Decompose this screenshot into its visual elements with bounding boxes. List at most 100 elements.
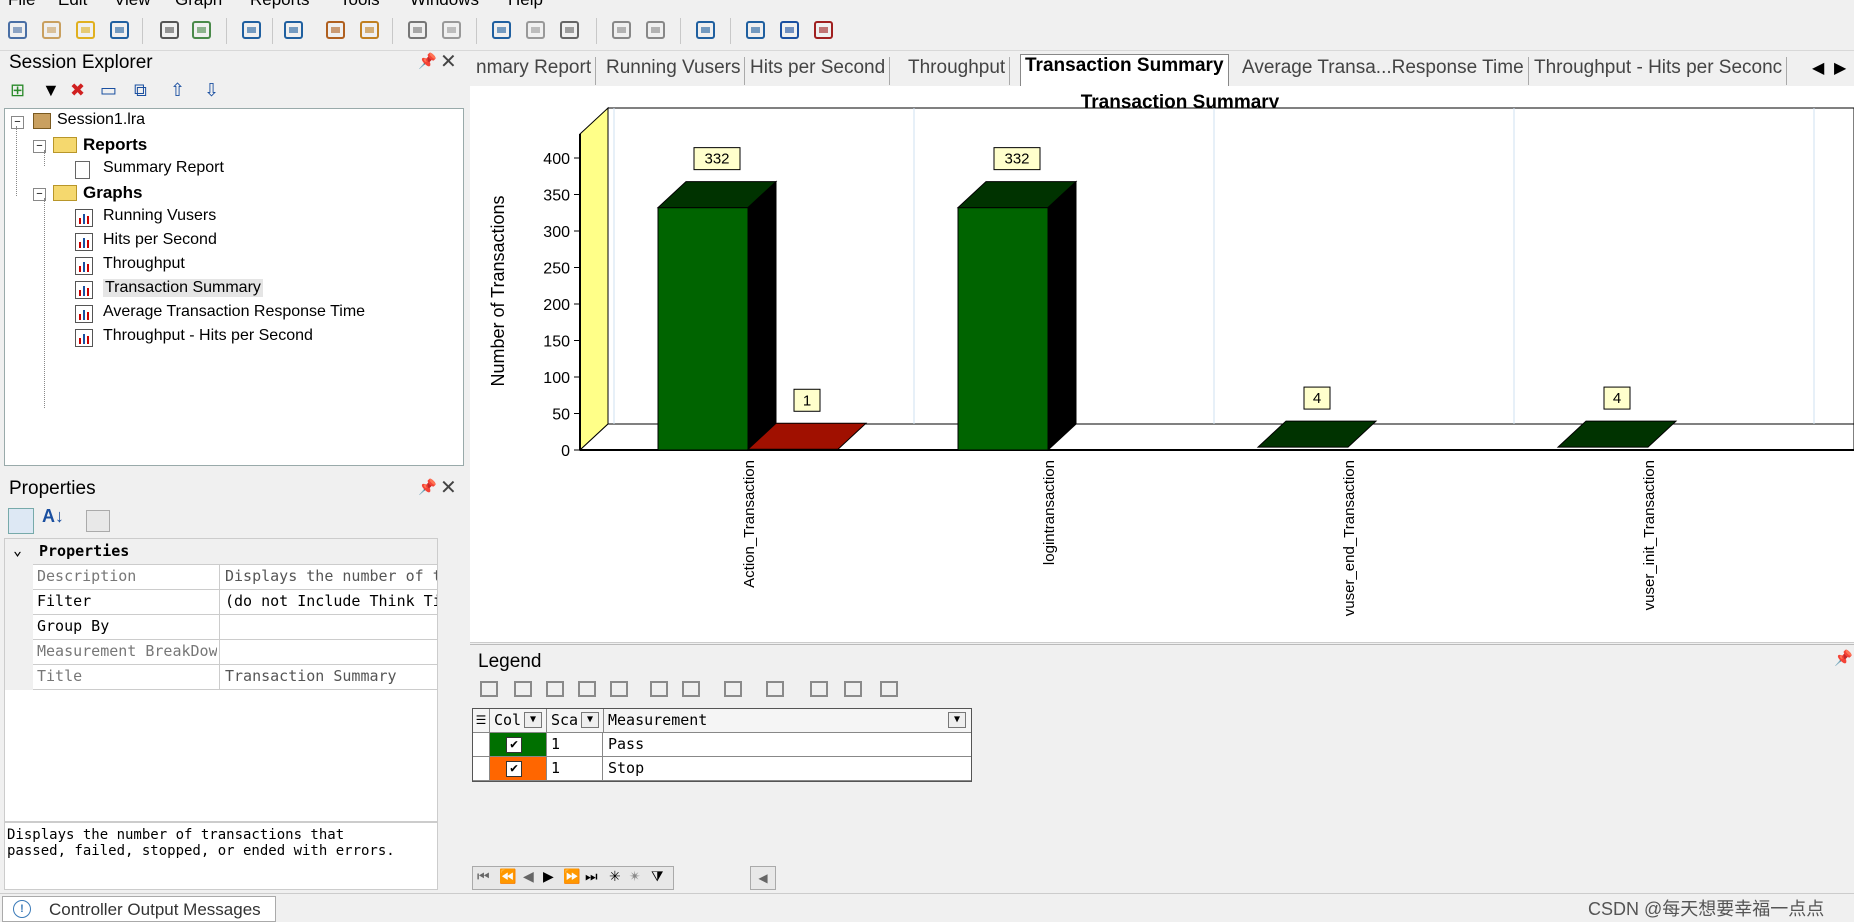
merge-graphs-icon[interactable] — [610, 18, 634, 42]
column-divider[interactable] — [219, 564, 220, 589]
save-icon[interactable] — [108, 18, 132, 42]
pin-icon[interactable]: 📌 — [418, 478, 437, 496]
schedule-report-icon[interactable] — [358, 18, 382, 42]
next-page-icon[interactable]: ⏩ — [563, 868, 580, 885]
clear-filter-icon[interactable] — [524, 18, 548, 42]
print-icon[interactable] — [158, 18, 182, 42]
chevron-down-icon[interactable]: ⌄ — [13, 541, 22, 559]
prev-record-icon[interactable]: ◀ — [523, 868, 534, 885]
cross-result-icon[interactable] — [190, 18, 214, 42]
visibility-checkbox[interactable]: ✔ — [506, 761, 522, 777]
categorized-icon[interactable] — [8, 508, 34, 534]
property-row-title[interactable]: Title Transaction Summary — [5, 664, 437, 690]
hide-icon[interactable] — [512, 678, 534, 700]
tab-running-vusers[interactable]: Running Vusers — [602, 57, 746, 85]
tab-average-transaction-response-time[interactable]: Average Transa...Response Time — [1238, 57, 1529, 85]
delete-icon[interactable]: ✖ — [70, 80, 85, 101]
tab-scroll-right-icon[interactable]: ▶ — [1834, 58, 1846, 78]
controller-output-tab[interactable]: ! Controller Output Messages — [2, 896, 276, 922]
animate-icon[interactable] — [764, 678, 786, 700]
granularity-icon[interactable] — [644, 18, 668, 42]
configure-measurements-icon[interactable] — [608, 678, 630, 700]
redo-icon[interactable] — [440, 18, 464, 42]
tab-hits-per-second[interactable]: Hits per Second — [746, 57, 891, 85]
legend-properties-icon[interactable] — [878, 678, 900, 700]
add-new-item-icon[interactable]: ⊞ — [10, 80, 25, 101]
property-value[interactable]: (do not Include Think Ti — [225, 592, 437, 610]
open-icon[interactable] — [40, 18, 64, 42]
move-down-icon[interactable]: ⇩ — [204, 80, 219, 101]
analyze-icon[interactable] — [812, 18, 836, 42]
dropdown-icon[interactable]: ▼ — [42, 80, 60, 101]
property-section-header[interactable]: ⌄ Properties — [5, 539, 437, 565]
column-divider[interactable] — [219, 614, 220, 639]
close-icon[interactable]: ✕ — [440, 475, 457, 500]
property-row-group-by[interactable]: Group By — [5, 614, 437, 640]
show-only-selected-icon[interactable] — [544, 678, 566, 700]
show-all-icon[interactable] — [576, 678, 598, 700]
group-legend-icon[interactable] — [722, 678, 744, 700]
row-selector-icon[interactable]: ☰ — [473, 709, 490, 732]
menu-reports[interactable]: Reports — [250, 0, 310, 10]
word-report-icon[interactable] — [324, 18, 348, 42]
tab-summary-report[interactable]: nmary Report — [472, 57, 597, 85]
add-graph-icon[interactable] — [74, 18, 98, 42]
duplicate-icon[interactable]: ⧉ — [134, 80, 147, 101]
menu-edit[interactable]: Edit — [58, 0, 87, 10]
column-header-scale[interactable]: Sca ▼ — [547, 709, 604, 732]
menu-windows[interactable]: Windows — [410, 0, 479, 10]
property-row-measurement-breakdown[interactable]: Measurement BreakDow — [5, 639, 437, 665]
legend-row[interactable]: ✔ 1 Stop — [473, 757, 971, 781]
filter-icon[interactable]: ⧩ — [651, 868, 664, 885]
legend-color-swatch[interactable]: ✔ — [490, 733, 547, 756]
new-record-disabled-icon[interactable]: ✴ — [629, 868, 641, 885]
property-value[interactable]: Transaction Summary — [225, 667, 437, 685]
column-divider[interactable] — [219, 589, 220, 614]
tab-throughput-hits-per-second[interactable]: Throughput - Hits per Seconc — [1530, 57, 1788, 85]
rename-icon[interactable]: ▭ — [100, 80, 117, 101]
tab-throughput[interactable]: Throughput — [904, 57, 1011, 85]
dropdown-icon[interactable]: ▼ — [581, 712, 599, 728]
collapse-icon[interactable]: − — [11, 116, 24, 129]
last-record-icon[interactable]: ⏭ — [585, 868, 598, 885]
set-filter-icon[interactable] — [490, 18, 514, 42]
property-row-filter[interactable]: Filter (do not Include Think Ti — [5, 589, 437, 615]
tab-transaction-summary[interactable]: Transaction Summary — [1020, 54, 1229, 86]
report-template-icon[interactable] — [694, 18, 718, 42]
scroll-left-icon[interactable]: ◀ — [750, 866, 776, 890]
column-divider[interactable] — [219, 639, 220, 664]
sort-alphabetical-icon[interactable]: A↓ — [42, 506, 64, 527]
column-header-color[interactable]: Col ▼ — [490, 709, 547, 732]
tab-scroll-left-icon[interactable]: ◀ — [1812, 58, 1824, 78]
filter-icon[interactable] — [282, 18, 306, 42]
property-value[interactable]: Displays the number of t — [225, 567, 437, 585]
close-icon[interactable]: ✕ — [440, 49, 457, 74]
highlight-icon[interactable] — [842, 678, 864, 700]
property-pages-icon[interactable] — [86, 510, 110, 532]
legend-color-swatch[interactable]: ✔ — [490, 757, 547, 780]
pin-icon[interactable]: 📌 — [418, 52, 437, 70]
new-record-icon[interactable]: ✳ — [609, 868, 621, 885]
show-icon[interactable] — [478, 678, 500, 700]
menu-tools[interactable]: Tools — [340, 0, 380, 10]
column-header-measurement[interactable]: Measurement ▼ — [604, 709, 970, 732]
column-divider[interactable] — [219, 664, 220, 689]
legend-row[interactable]: ✔ 1 Pass — [473, 733, 971, 757]
move-up-icon[interactable]: ⇧ — [170, 80, 185, 101]
new-session-icon[interactable] — [6, 18, 30, 42]
group-by-icon[interactable] — [558, 18, 582, 42]
html-report-icon[interactable] — [240, 18, 264, 42]
dropdown-icon[interactable]: ▼ — [524, 712, 542, 728]
row-selector[interactable] — [473, 757, 490, 780]
undo-icon[interactable] — [406, 18, 430, 42]
export-legend-icon[interactable] — [680, 678, 702, 700]
next-record-icon[interactable]: ▶ — [543, 868, 554, 885]
property-row-description[interactable]: Description Displays the number of t — [5, 564, 437, 590]
menu-file[interactable]: File — [8, 0, 35, 10]
legend-filter-icon[interactable] — [648, 678, 670, 700]
visibility-checkbox[interactable]: ✔ — [506, 737, 522, 753]
menu-help[interactable]: Help — [508, 0, 543, 10]
dropdown-icon[interactable]: ▼ — [948, 712, 966, 728]
menu-graph[interactable]: Graph — [175, 0, 222, 10]
sort-icon[interactable] — [808, 678, 830, 700]
